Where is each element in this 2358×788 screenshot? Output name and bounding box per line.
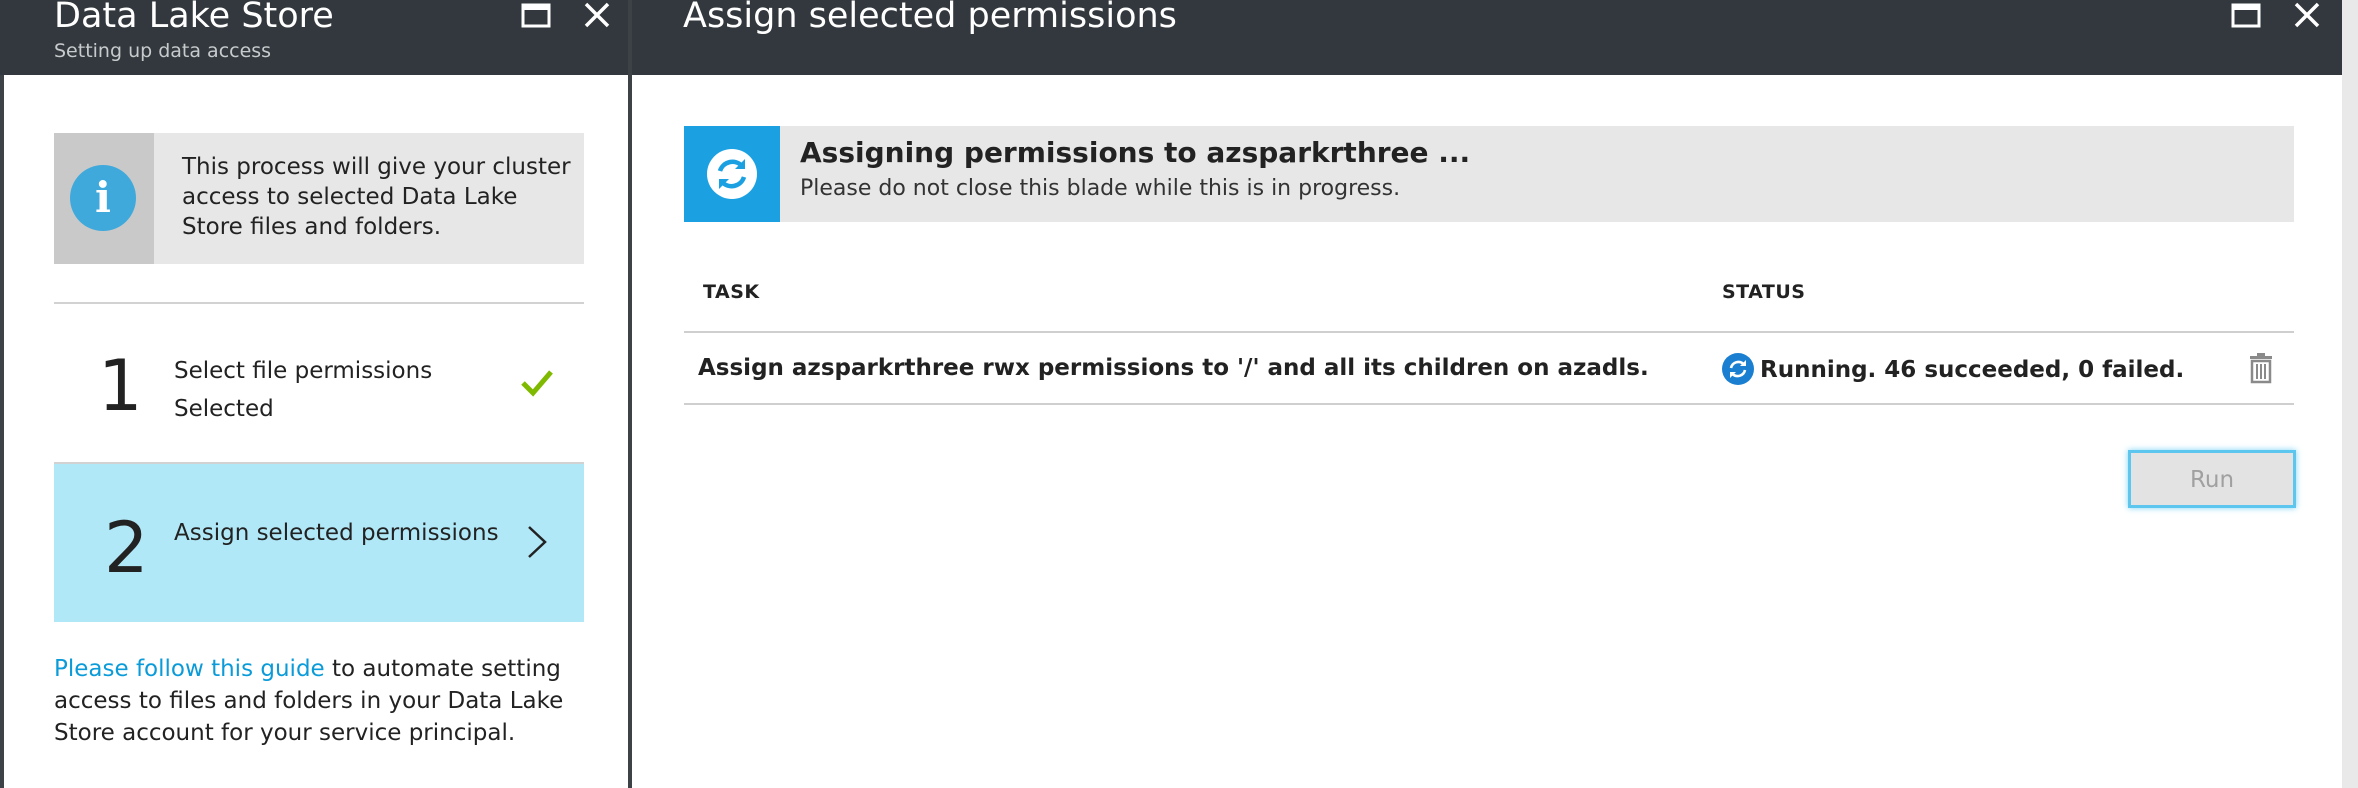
info-text: This process will give your cluster acce… xyxy=(182,154,571,240)
trash-icon[interactable] xyxy=(2248,352,2274,384)
step-label: Assign selected permissions xyxy=(174,520,499,546)
left-blade-title: Data Lake Store xyxy=(54,0,334,36)
guide-text: Please follow this guide to automate set… xyxy=(54,653,594,749)
right-blade-title: Assign selected permissions xyxy=(683,0,1177,36)
maximize-icon[interactable] xyxy=(520,2,554,30)
table-divider xyxy=(684,331,2294,333)
step-status: Selected xyxy=(174,396,274,422)
column-header-task: TASK xyxy=(703,281,760,303)
table-divider xyxy=(684,403,2294,405)
maximize-icon[interactable] xyxy=(2230,2,2264,30)
chevron-right-icon xyxy=(524,524,550,560)
table-row-task: Assign azsparkrthree rwx permissions to … xyxy=(698,355,1649,381)
close-icon[interactable] xyxy=(580,0,614,32)
left-blade-border xyxy=(0,75,4,788)
column-header-status: STATUS xyxy=(1722,281,1806,303)
left-blade-subtitle: Setting up data access xyxy=(54,40,272,62)
progress-title: Assigning permissions to azsparkrthree .… xyxy=(800,136,1471,169)
table-row-status: Running. 46 succeeded, 0 failed. xyxy=(1760,357,2185,383)
step-number: 1 xyxy=(98,345,143,427)
running-icon xyxy=(1722,353,1754,385)
step-number: 2 xyxy=(104,507,149,589)
close-icon[interactable] xyxy=(2290,0,2324,32)
checkmark-icon xyxy=(520,366,554,400)
blade-separator xyxy=(628,0,632,788)
run-button[interactable]: Run xyxy=(2128,450,2296,508)
refresh-icon xyxy=(684,126,780,222)
guide-link[interactable]: Please follow this guide xyxy=(54,656,325,682)
step-label: Select file permissions xyxy=(174,358,433,384)
info-icon: i xyxy=(70,165,136,231)
progress-subtitle: Please do not close this blade while thi… xyxy=(800,176,1401,201)
blade-edge xyxy=(2342,0,2358,788)
